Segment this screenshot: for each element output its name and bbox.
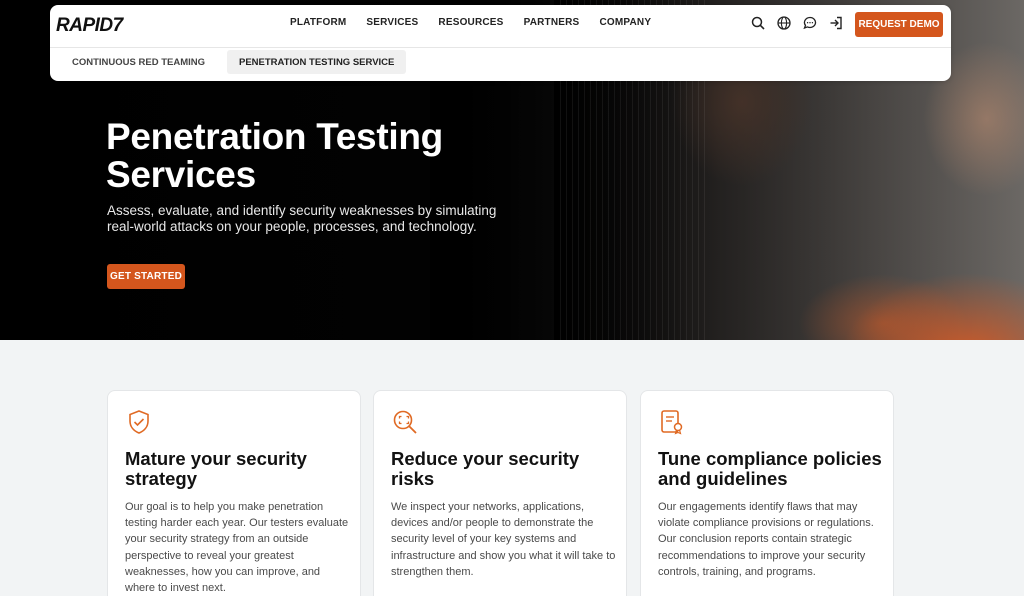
top-navigation: RAPID7 PLATFORM SERVICES RESOURCES PARTN…	[50, 5, 951, 81]
card-body: We inspect your networks, applications, …	[391, 501, 616, 578]
get-started-button[interactable]: GET STARTED	[107, 264, 185, 289]
search-icon[interactable]	[750, 15, 766, 31]
menu-item-resources[interactable]: RESOURCES	[438, 17, 503, 28]
subnav-penetration-testing-service[interactable]: PENETRATION TESTING SERVICE	[227, 50, 407, 74]
certificate-icon	[659, 409, 685, 435]
feature-card-reduce-risks: Reduce your security risks We inspect yo…	[373, 390, 627, 596]
hero-subtitle: Assess, evaluate, and identify security …	[107, 203, 497, 234]
card-title: Reduce your security risks	[391, 448, 580, 489]
card-body: Our engagements identify flaws that may …	[658, 501, 874, 578]
logo-text: RAPID7	[56, 15, 123, 36]
hero-title: Penetration Testing Services	[106, 116, 443, 195]
menu-item-company[interactable]: COMPANY	[599, 17, 651, 28]
nav-divider	[50, 47, 951, 48]
card-body: Our goal is to help you make penetration…	[125, 501, 349, 595]
chat-icon[interactable]	[802, 15, 818, 31]
utility-icons	[750, 15, 844, 31]
menu-item-partners[interactable]: PARTNERS	[524, 17, 580, 28]
card-title: Mature your security strategy	[125, 448, 307, 489]
magnifier-risk-icon	[392, 409, 418, 435]
sign-in-icon[interactable]	[828, 15, 844, 31]
menu-item-platform[interactable]: PLATFORM	[290, 17, 346, 28]
request-demo-button[interactable]: REQUEST DEMO	[855, 12, 943, 37]
card-title: Tune compliance policies and guidelines	[658, 448, 882, 489]
main-menu: PLATFORM SERVICES RESOURCES PARTNERS COM…	[290, 17, 651, 28]
feature-card-compliance: Tune compliance policies and guidelines …	[640, 390, 894, 596]
shield-check-icon	[126, 409, 152, 435]
rapid7-logo[interactable]: RAPID7	[56, 15, 123, 36]
feature-card-mature-strategy: Mature your security strategy Our goal i…	[107, 390, 361, 596]
subnav-continuous-red-teaming[interactable]: CONTINUOUS RED TEAMING	[60, 50, 217, 74]
menu-item-services[interactable]: SERVICES	[366, 17, 418, 28]
globe-icon[interactable]	[776, 15, 792, 31]
sub-navigation: CONTINUOUS RED TEAMING PENETRATION TESTI…	[60, 50, 407, 74]
